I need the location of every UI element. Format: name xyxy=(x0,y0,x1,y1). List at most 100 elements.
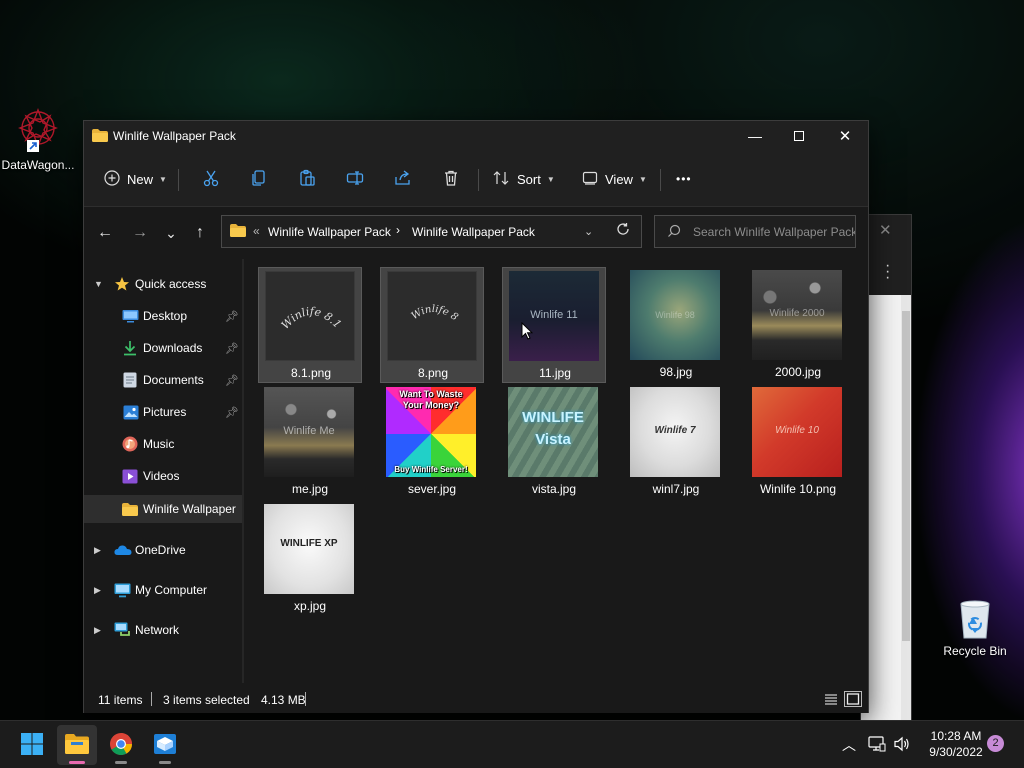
address-overflow[interactable]: « xyxy=(253,224,260,238)
background-window-scrollbar[interactable] xyxy=(901,295,911,721)
pin-icon[interactable]: 📌︎ xyxy=(225,310,239,323)
chevron-right-icon[interactable]: ▶ xyxy=(94,625,101,636)
file-name: xp.jpg xyxy=(293,599,327,613)
view-icon xyxy=(582,171,598,188)
videos-icon xyxy=(122,469,138,484)
thumbnail-text: Winlife 98 xyxy=(655,310,695,320)
large-icons-view-button[interactable] xyxy=(844,691,862,707)
chevron-right-icon[interactable]: ▶ xyxy=(94,545,101,556)
sidebar-item-pictures[interactable]: Pictures 📌︎ xyxy=(84,399,242,425)
search-box[interactable] xyxy=(654,215,856,248)
file-item[interactable]: Winlife 11 11.jpg xyxy=(502,267,606,383)
taskbar: ︿ 10:28 AM 9/30/2022 xyxy=(0,720,1024,768)
more-options-button[interactable]: ••• xyxy=(676,163,692,195)
running-indicator xyxy=(115,761,127,764)
close-icon[interactable]: ✕ xyxy=(879,221,892,239)
tray-overflow-button[interactable]: ︿ xyxy=(842,721,856,768)
sidebar-item-onedrive[interactable]: ▶ OneDrive xyxy=(84,537,242,563)
cut-button[interactable] xyxy=(202,163,220,195)
taskbar-chrome[interactable] xyxy=(101,725,141,765)
up-button[interactable]: ↑ xyxy=(189,222,211,244)
file-item[interactable]: Winlife Me me.jpg xyxy=(258,384,362,500)
file-item[interactable]: Winlife 8.1 8.1.png xyxy=(258,267,362,383)
breadcrumb-item[interactable]: Winlife Wallpaper Pack xyxy=(268,225,391,239)
clock[interactable]: 10:28 AM 9/30/2022 xyxy=(918,728,994,760)
file-name: 8.png xyxy=(417,366,449,380)
mouse-cursor-icon xyxy=(521,321,534,343)
desktop-icon-datawagon[interactable]: DataWagon... xyxy=(0,106,76,172)
onedrive-icon xyxy=(114,544,132,556)
desktop-icon-recycle-bin[interactable]: Recycle Bin xyxy=(937,596,1013,658)
sidebar-item-desktop[interactable]: Desktop 📌︎ xyxy=(84,303,242,329)
thumbnail: Winlife 7 xyxy=(630,387,720,477)
sort-icon xyxy=(492,170,510,189)
taskbar-app[interactable] xyxy=(145,725,185,765)
thumbnail: WINLIFE Vista xyxy=(508,387,598,477)
sidebar-item-label: Videos xyxy=(143,469,180,483)
maximize-icon xyxy=(794,131,804,141)
file-item[interactable]: WINLIFE Vista vista.jpg xyxy=(502,384,606,500)
desktop-icon-label: DataWagon... xyxy=(1,158,75,172)
pin-icon[interactable]: 📌︎ xyxy=(225,374,239,387)
recent-locations-button[interactable]: ⌄ xyxy=(160,222,182,244)
rename-button[interactable] xyxy=(346,163,364,195)
title-bar[interactable]: Winlife Wallpaper Pack — ✕ xyxy=(84,121,868,151)
sidebar-item-label: Documents xyxy=(143,373,204,387)
desktop-icon xyxy=(122,309,139,323)
sidebar-item-downloads[interactable]: Downloads 📌︎ xyxy=(84,335,242,361)
navigation-pane: ▼ Quick access Desktop 📌︎ Downloads 📌︎ D xyxy=(84,259,242,683)
new-button[interactable]: New ▼ xyxy=(104,163,167,195)
search-input[interactable] xyxy=(693,223,855,241)
breadcrumb-separator[interactable]: › xyxy=(396,223,400,237)
sidebar-item-winlife-wallpaper[interactable]: Winlife Wallpaper xyxy=(84,495,242,523)
pin-icon[interactable]: 📌︎ xyxy=(225,342,239,355)
sidebar-item-videos[interactable]: Videos xyxy=(84,463,242,489)
more-options-icon[interactable]: · · · xyxy=(885,258,890,286)
network-wired-icon xyxy=(868,735,886,755)
chevron-down-icon[interactable]: ⌄ xyxy=(584,225,593,238)
file-item[interactable]: Winlife 7 winl7.jpg xyxy=(624,384,728,500)
file-item[interactable]: Winlife 2000 2000.jpg xyxy=(746,267,850,383)
copy-button[interactable] xyxy=(250,163,268,195)
sidebar-item-music[interactable]: Music xyxy=(84,431,242,457)
command-bar: New ▼ Sort ▼ View ▼ ••• xyxy=(84,151,868,207)
large-icons-view-icon xyxy=(846,693,860,705)
share-button[interactable] xyxy=(394,163,412,195)
network-status-button[interactable] xyxy=(868,721,886,768)
chevron-down-icon[interactable]: ▼ xyxy=(94,279,103,289)
forward-button[interactable]: → xyxy=(129,222,151,244)
details-view-button[interactable] xyxy=(822,691,840,707)
back-button[interactable]: ← xyxy=(94,222,116,244)
file-item[interactable]: Winlife 98 98.jpg xyxy=(624,267,728,383)
sidebar-item-documents[interactable]: Documents 📌︎ xyxy=(84,367,242,393)
address-bar[interactable]: « Winlife Wallpaper Pack › Winlife Wallp… xyxy=(221,215,642,248)
folder-icon xyxy=(92,129,108,145)
thumbnail: Want To Waste Your Money? Buy Winlife Se… xyxy=(386,387,476,477)
breadcrumb-item[interactable]: Winlife Wallpaper Pack xyxy=(412,225,535,239)
view-button[interactable]: View ▼ xyxy=(582,163,647,195)
sort-button[interactable]: Sort ▼ xyxy=(492,163,555,195)
sidebar-item-network[interactable]: ▶ Network xyxy=(84,617,242,643)
notification-badge[interactable]: 2 xyxy=(987,735,1004,752)
minimize-button[interactable]: — xyxy=(732,121,778,151)
refresh-icon[interactable] xyxy=(616,222,630,240)
maximize-button[interactable] xyxy=(776,121,822,151)
chevron-right-icon[interactable]: ▶ xyxy=(94,585,101,596)
volume-button[interactable] xyxy=(893,721,911,768)
file-item[interactable]: Want To Waste Your Money? Buy Winlife Se… xyxy=(380,384,484,500)
file-item[interactable]: WINLIFE XP xp.jpg xyxy=(258,501,362,617)
file-item[interactable]: Winlife 8 8.png xyxy=(380,267,484,383)
close-button[interactable]: ✕ xyxy=(822,121,868,151)
taskbar-file-explorer[interactable] xyxy=(57,725,97,765)
sidebar-item-quick-access[interactable]: ▼ Quick access xyxy=(84,271,242,297)
delete-button[interactable] xyxy=(442,163,460,195)
start-button[interactable] xyxy=(12,725,52,765)
paste-button[interactable] xyxy=(298,163,316,195)
delete-icon xyxy=(442,169,460,190)
sidebar-item-my-computer[interactable]: ▶ My Computer xyxy=(84,577,242,603)
computer-icon xyxy=(114,583,131,598)
pin-icon[interactable]: 📌︎ xyxy=(225,406,239,419)
chevron-down-icon: ▼ xyxy=(546,174,555,184)
star-icon xyxy=(114,276,130,292)
file-item[interactable]: Winlife 10 Winlife 10.png xyxy=(746,384,850,500)
